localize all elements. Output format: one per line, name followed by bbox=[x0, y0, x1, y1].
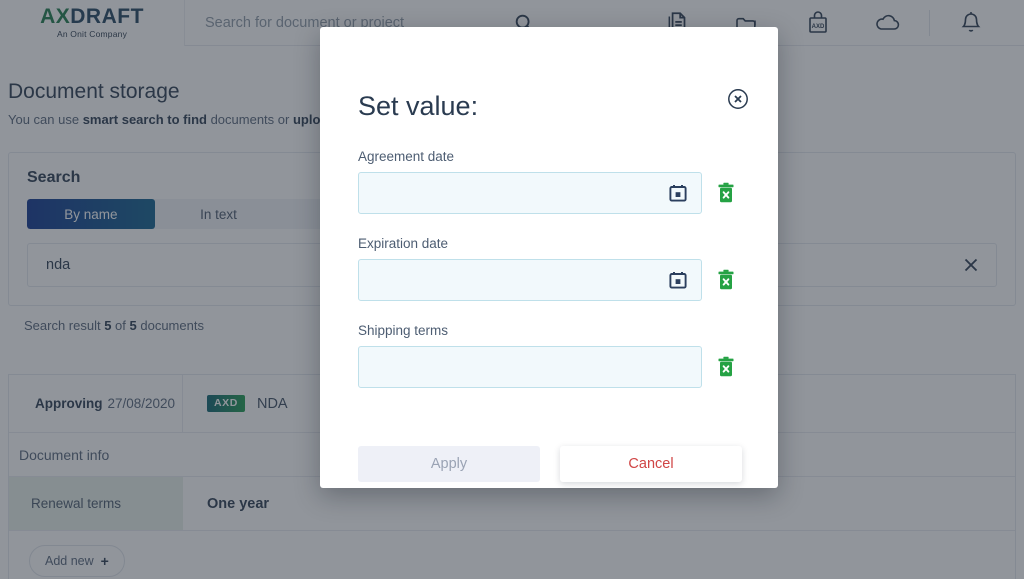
field-expiration-date: Expiration date bbox=[358, 236, 744, 301]
calendar-icon[interactable] bbox=[667, 269, 689, 291]
dialog-actions: Apply Cancel bbox=[358, 446, 742, 482]
field-label: Shipping terms bbox=[358, 323, 449, 338]
trash-icon[interactable] bbox=[716, 355, 736, 379]
expiration-date-input-wrapper bbox=[358, 259, 702, 301]
dialog-fields: Agreement date Expiration date Shipping … bbox=[358, 149, 744, 410]
trash-icon[interactable] bbox=[716, 181, 736, 205]
field-label: Expiration date bbox=[358, 236, 449, 251]
field-shipping-terms: Shipping terms bbox=[358, 323, 744, 388]
expiration-date-input[interactable] bbox=[371, 260, 667, 300]
field-row bbox=[358, 259, 744, 301]
field-label: Agreement date bbox=[358, 149, 455, 164]
agreement-date-input[interactable] bbox=[371, 173, 667, 213]
set-value-dialog: Set value: Agreement date Expiration dat… bbox=[320, 27, 778, 488]
apply-button[interactable]: Apply bbox=[358, 446, 540, 482]
trash-icon[interactable] bbox=[716, 268, 736, 292]
field-agreement-date: Agreement date bbox=[358, 149, 744, 214]
close-circle-icon[interactable] bbox=[726, 87, 750, 111]
field-row bbox=[358, 172, 744, 214]
cancel-button[interactable]: Cancel bbox=[560, 446, 742, 482]
dialog-title: Set value: bbox=[358, 91, 479, 121]
shipping-terms-input[interactable] bbox=[371, 347, 689, 387]
agreement-date-input-wrapper bbox=[358, 172, 702, 214]
shipping-terms-input-wrapper bbox=[358, 346, 702, 388]
calendar-icon[interactable] bbox=[667, 182, 689, 204]
field-row bbox=[358, 346, 744, 388]
app-root: AXDRAFT An Onit Company bbox=[0, 0, 1024, 579]
